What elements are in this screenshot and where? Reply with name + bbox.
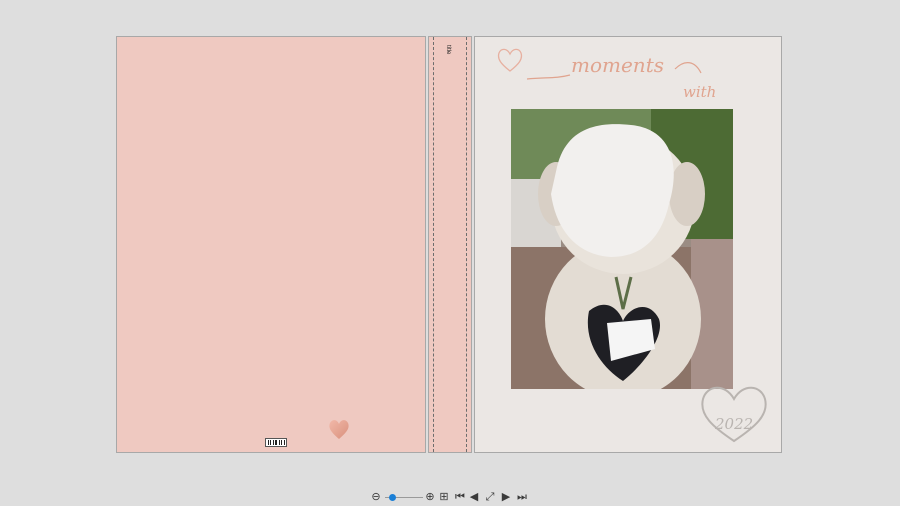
zoom-slider[interactable]	[385, 494, 423, 501]
dog-photo-image	[511, 109, 733, 389]
barcode	[265, 438, 287, 447]
heart-outline-icon	[497, 48, 523, 72]
zoom-slider-knob[interactable]	[388, 494, 396, 501]
dog-photo[interactable]	[511, 109, 733, 389]
spine-text[interactable]: title	[445, 45, 451, 54]
bottom-toolbar: ⊖ ⊕ ⊞ ⏮ ◀ ⤢ ▶ ⏭	[369, 490, 529, 504]
book-cover-canvas[interactable]: title moments with 2022	[116, 36, 782, 453]
spine-fold-line	[433, 37, 434, 452]
heart-icon	[329, 420, 349, 439]
front-cover[interactable]: moments with 2022	[474, 36, 782, 453]
fit-screen-icon[interactable]: ⤢	[483, 490, 497, 504]
zoom-out-icon[interactable]: ⊖	[369, 490, 383, 504]
next-page-icon[interactable]: ▶	[499, 490, 513, 504]
first-page-icon[interactable]: ⏮	[453, 490, 467, 504]
last-page-icon[interactable]: ⏭	[515, 490, 529, 504]
cover-title[interactable]: moments	[571, 53, 664, 77]
cover-subtitle[interactable]: with	[683, 83, 716, 101]
spine-fold-line	[466, 37, 467, 452]
add-page-icon[interactable]: ⊞	[437, 490, 451, 504]
back-cover[interactable]	[116, 36, 426, 453]
spine[interactable]: title	[428, 36, 472, 453]
heart-outline-icon	[701, 386, 767, 443]
cover-year[interactable]: 2022	[715, 415, 753, 433]
zoom-in-icon[interactable]: ⊕	[423, 490, 437, 504]
previous-page-icon[interactable]: ◀	[467, 490, 481, 504]
